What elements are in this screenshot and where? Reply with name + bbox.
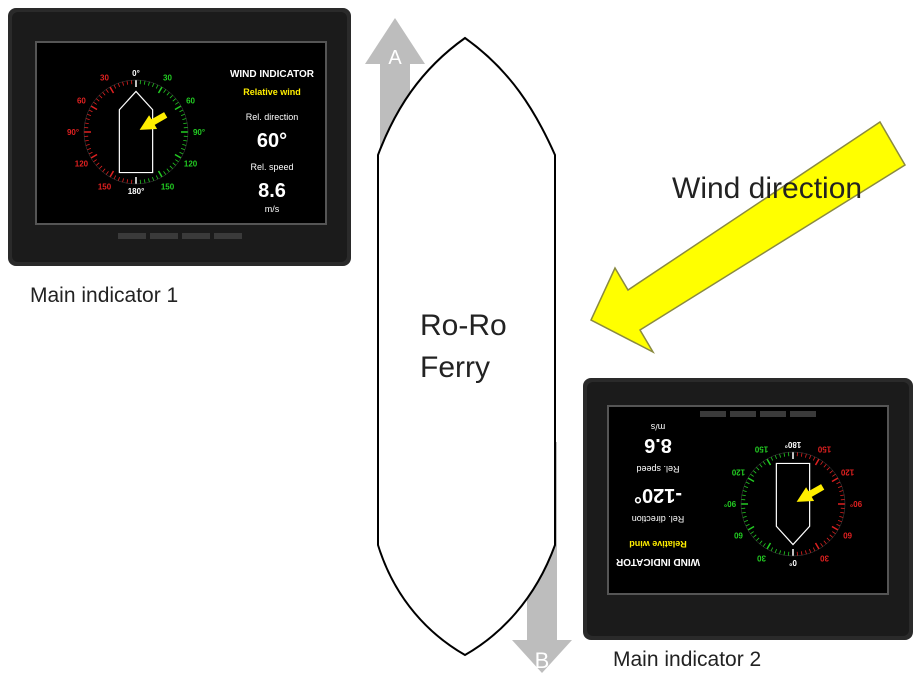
dial-label-port: 120 [840,468,854,477]
indicator-1: 30 30 60 60 90° 90° 120 120 150 150 0° 180° WIND IN… [8,8,351,266]
ind1-speed-label: Rel. speed [250,162,293,172]
dial-label-starboard: 120 [184,160,198,169]
dial-label-top: 0° [132,69,140,78]
dial-label-starboard: 60 [733,531,742,540]
dial-label-port: 120 [75,160,89,169]
ind1-dir-value: 60° [257,130,287,152]
ship-name-line1: Ro-Ro [420,309,507,342]
dial-label-port: 30 [100,73,109,82]
diagram-canvas: A B Ro-Ro Ferry Wind direction 30 30 60 60 9… [8,8,913,673]
dial-label-port: 60 [843,531,852,540]
ind2-dir-value: -120° [634,484,682,506]
dial-label-starboard: 150 [161,183,175,192]
indicator-1-caption: Main indicator 1 [30,284,179,307]
dial-label-bottom: 180° [785,440,802,449]
ind2-speed-unit: m/s [650,422,665,432]
dial-label-starboard: 30 [757,554,766,563]
ind1-title: WIND INDICATOR [230,69,315,80]
ship-hull [377,36,556,657]
dial-label-starboard: 150 [754,444,768,453]
dial-label-top: 0° [789,558,797,567]
dial-label-port: 150 [98,183,112,192]
arrow-b-label: B [535,648,550,673]
ind2-speed-value: 8.6 [644,434,672,456]
dial-label-starboard: 30 [163,73,172,82]
dial-label-starboard: 120 [731,468,745,477]
ind1-subtitle: Relative wind [243,87,301,97]
dial-label-starboard: 60 [186,97,195,106]
ind1-dir-label: Rel. direction [246,112,299,122]
ind2-title: WIND INDICATOR [615,556,700,567]
dial-label-port: 30 [820,554,829,563]
ind1-speed-unit: m/s [265,204,280,214]
ind2-dir-label: Rel. direction [632,514,685,524]
dial-label-starboard: 90° [724,499,736,508]
wind-direction-label: Wind direction [672,172,862,205]
dial-label-port: 60 [77,97,86,106]
dial-label-port: 90° [850,499,862,508]
ind1-speed-value: 8.6 [258,180,286,202]
dial-label-starboard: 90° [193,128,205,137]
ind2-speed-label: Rel. speed [636,464,679,474]
indicator-2: 30 30 60 60 90° 90° 120 120 150 150 0° 180° WIND IN… [583,378,913,640]
dial-label-port: 150 [817,444,831,453]
ind2-subtitle: Relative wind [629,539,687,549]
wind-direction-arrow [590,120,907,354]
ship-name-line2: Ferry [420,351,490,384]
indicator-2-caption: Main indicator 2 [613,648,762,671]
arrow-a-label: A [388,47,402,69]
dial-label-bottom: 180° [128,187,145,196]
dial-label-port: 90° [67,128,79,137]
